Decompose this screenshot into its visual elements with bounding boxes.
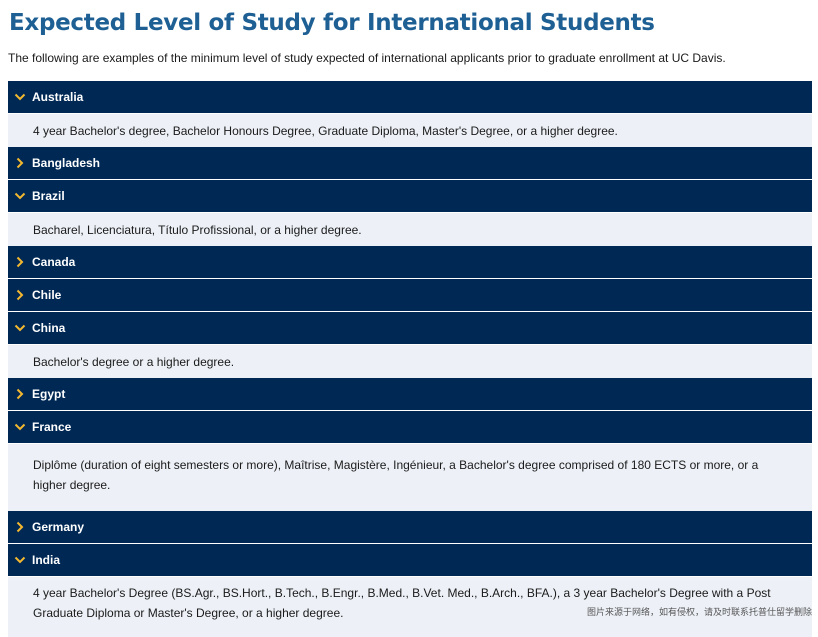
accordion-header-egypt[interactable]: Egypt [8, 378, 812, 411]
accordion-item-canada: Canada [8, 246, 812, 279]
accordion-header-chile[interactable]: Chile [8, 279, 812, 312]
accordion-header-germany[interactable]: Germany [8, 511, 812, 544]
country-name: Chile [32, 288, 62, 302]
country-name: Bangladesh [32, 156, 101, 170]
chevron-right-icon [8, 256, 32, 268]
accordion-header-india[interactable]: India [8, 544, 812, 577]
accordion-item-france: France Diplôme (duration of eight semest… [8, 411, 812, 511]
accordion-item-india: India 4 year Bachelor's Degree (BS.Agr.,… [8, 544, 812, 637]
country-name: Canada [32, 255, 76, 269]
page-title: Expected Level of Study for Internationa… [9, 10, 655, 36]
accordion-item-australia: Australia 4 year Bachelor's degree, Bach… [8, 81, 812, 147]
country-name: Egypt [32, 387, 66, 401]
chevron-down-icon [8, 556, 32, 564]
chevron-down-icon [8, 423, 32, 431]
country-name: Brazil [32, 189, 65, 203]
accordion-item-chile: Chile [8, 279, 812, 312]
chevron-right-icon [8, 521, 32, 533]
country-name: Australia [32, 90, 84, 104]
accordion-panel-china: Bachelor's degree or a higher degree. [8, 345, 812, 378]
accordion-header-canada[interactable]: Canada [8, 246, 812, 279]
country-detail: Bacharel, Licenciatura, Título Profissio… [33, 222, 362, 237]
country-detail: Bachelor's degree or a higher degree. [33, 354, 235, 369]
accordion-header-australia[interactable]: Australia [8, 81, 812, 114]
accordion-panel-brazil: Bacharel, Licenciatura, Título Profissio… [8, 213, 812, 246]
accordion-item-egypt: Egypt [8, 378, 812, 411]
watermark-text: 图片来源于网络，如有侵权，请及时联系托普仕留学删除 [586, 607, 812, 617]
country-detail: 4 year Bachelor's degree, Bachelor Honou… [33, 123, 618, 138]
country-name: France [32, 420, 72, 434]
accordion-header-china[interactable]: China [8, 312, 812, 345]
chevron-down-icon [8, 93, 32, 101]
accordion-item-brazil: Brazil Bacharel, Licenciatura, Título Pr… [8, 180, 812, 246]
intro-text: The following are examples of the minimu… [8, 51, 726, 65]
country-name: India [32, 553, 61, 567]
chevron-right-icon [8, 388, 32, 400]
accordion-panel-australia: 4 year Bachelor's degree, Bachelor Honou… [8, 114, 812, 147]
chevron-right-icon [8, 289, 32, 301]
chevron-down-icon [8, 192, 32, 200]
accordion-item-china: China Bachelor's degree or a higher degr… [8, 312, 812, 378]
country-accordion: Australia 4 year Bachelor's degree, Bach… [8, 81, 812, 637]
accordion-item-bangladesh: Bangladesh [8, 147, 812, 180]
accordion-header-bangladesh[interactable]: Bangladesh [8, 147, 812, 180]
accordion-item-germany: Germany [8, 511, 812, 544]
country-name: Germany [32, 520, 85, 534]
chevron-down-icon [8, 324, 32, 332]
accordion-header-france[interactable]: France [8, 411, 812, 444]
country-detail: Diplôme (duration of eight semesters or … [33, 457, 759, 492]
accordion-panel-france: Diplôme (duration of eight semesters or … [8, 444, 812, 511]
country-name: China [32, 321, 66, 335]
accordion-header-brazil[interactable]: Brazil [8, 180, 812, 213]
chevron-right-icon [8, 157, 32, 169]
